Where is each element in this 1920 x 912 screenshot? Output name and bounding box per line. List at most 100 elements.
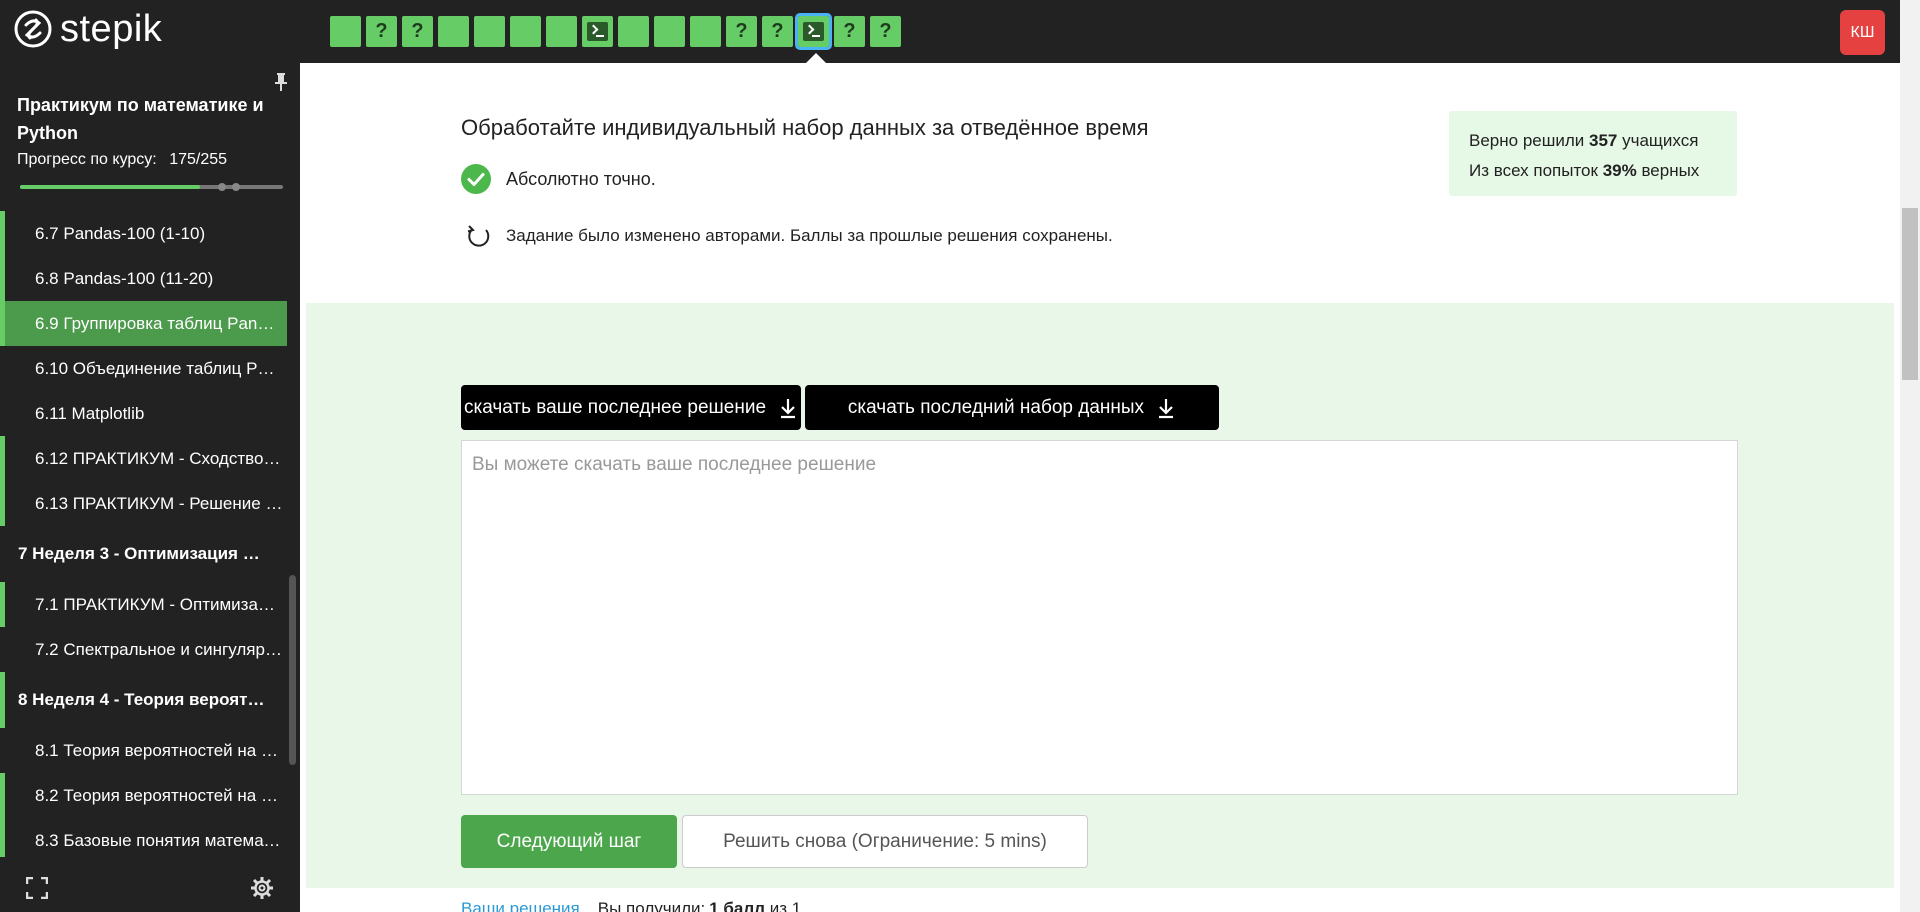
step-code-current[interactable] xyxy=(795,13,832,50)
stats-text: верных xyxy=(1636,161,1700,180)
question-mark-icon: ? xyxy=(879,20,892,42)
question-mark-icon: ? xyxy=(735,20,748,42)
step-question[interactable]: ? xyxy=(402,16,433,47)
sidebar-item-label: 6.9 Группировка таблиц Pandas xyxy=(35,313,283,333)
sidebar-lesson[interactable]: 7.1 ПРАКТИКУМ - Оптимизация функций xyxy=(0,582,287,627)
stepik-logo[interactable]: stepik xyxy=(14,10,162,48)
stats-text: Верно решили xyxy=(1469,131,1589,150)
submission-footer: Ваши решения Вы получили: 1 балл из 1 xyxy=(461,899,801,912)
success-rate: 39% xyxy=(1602,161,1637,180)
step-completed[interactable] xyxy=(510,16,541,47)
step-question[interactable]: ? xyxy=(366,16,397,47)
sidebar-item-label: 8.3 Базовые понятия математической стати… xyxy=(35,830,283,850)
step-question[interactable]: ? xyxy=(870,16,901,47)
solved-count: 357 xyxy=(1589,131,1618,150)
step-content: Обработайте индивидуальный набор данных … xyxy=(300,63,1900,912)
download-icon xyxy=(781,398,796,418)
page-scrollbar-thumb[interactable] xyxy=(1902,208,1918,380)
fullscreen-icon[interactable] xyxy=(26,877,48,899)
stats-text: учащихся xyxy=(1617,131,1699,150)
check-circle-icon xyxy=(461,164,491,194)
top-bar: stepik ?????? КШ xyxy=(0,0,1900,64)
retry-button[interactable]: Решить снова (Ограничение: 5 mins) xyxy=(682,815,1088,868)
sidebar-item-label: 8 Неделя 4 - Теория вероятностей и стати… xyxy=(18,690,270,709)
step-question[interactable]: ? xyxy=(726,16,757,47)
sidebar-section[interactable]: 7 Неделя 3 - Оптимизация и линейная алге… xyxy=(0,526,287,582)
download-dataset-button[interactable]: скачать последний набор данных xyxy=(805,385,1219,430)
sidebar-lesson[interactable]: 6.13 ПРАКТИКУМ - Решение уравнений xyxy=(0,481,287,526)
step-completed[interactable] xyxy=(330,16,361,47)
sidebar-item-label: 8.1 Теория вероятностей на Python xyxy=(35,740,283,760)
sidebar-item-label: 8.2 Теория вероятностей на Python xyxy=(35,785,283,805)
stepik-logo-icon xyxy=(14,10,52,48)
sidebar-item-label: 7.2 Спектральное и сингулярное разложени… xyxy=(35,639,283,659)
refresh-icon xyxy=(467,225,490,247)
sidebar-item-label: 6.7 Pandas-100 (1-10) xyxy=(35,223,206,243)
page-scrollbar[interactable] xyxy=(1900,0,1920,912)
step-code[interactable] xyxy=(582,16,613,47)
lesson-progress-marker xyxy=(0,481,5,526)
gear-icon[interactable] xyxy=(251,877,273,899)
terminal-icon xyxy=(587,22,608,41)
course-sidebar: Практикум по математике и Python Прогрес… xyxy=(0,63,300,912)
step-completed[interactable] xyxy=(690,16,721,47)
sidebar-lesson[interactable]: 6.11 Matplotlib xyxy=(0,391,287,436)
progress-label: Прогресс по курсу: xyxy=(17,151,157,168)
sidebar-scrollbar[interactable] xyxy=(289,575,296,765)
download-solution-button[interactable]: скачать ваше последнее решение xyxy=(461,385,801,430)
sidebar-item-label: 6.13 ПРАКТИКУМ - Решение уравнений xyxy=(35,493,283,513)
progress-bar xyxy=(20,183,283,191)
answer-textarea[interactable]: Вы можете скачать ваше последнее решение xyxy=(461,440,1738,795)
step-question[interactable]: ? xyxy=(834,16,865,47)
question-mark-icon: ? xyxy=(411,20,424,42)
solved-count-line: Верно решили 357 учащихся xyxy=(1469,126,1717,156)
lesson-progress-marker xyxy=(0,436,5,481)
step-navigation: ?????? xyxy=(330,13,906,50)
step-completed[interactable] xyxy=(474,16,505,47)
sidebar-item-label: 6.8 Pandas-100 (11-20) xyxy=(35,268,214,288)
lesson-list: 6.7 Pandas-100 (1-10) 6.8 Pandas-100 (11-… xyxy=(0,211,287,863)
sidebar-lesson[interactable]: 6.12 ПРАКТИКУМ - Сходство текстов xyxy=(0,436,287,481)
sidebar-lesson[interactable]: 6.9 Группировка таблиц Pandas xyxy=(0,301,287,346)
changed-notice: Задание было изменено авторами. Баллы за… xyxy=(466,223,1113,249)
solutions-link[interactable]: Ваши решения xyxy=(461,899,580,912)
step-completed[interactable] xyxy=(654,16,685,47)
download-solution-label: скачать ваше последнее решение xyxy=(463,396,767,418)
step-completed[interactable] xyxy=(546,16,577,47)
progress-dot xyxy=(218,183,226,191)
terminal-icon xyxy=(803,22,824,41)
pin-icon[interactable] xyxy=(274,73,288,91)
step-completed[interactable] xyxy=(618,16,649,47)
sidebar-item-label: 6.10 Объединение таблиц Pandas xyxy=(35,358,283,378)
sidebar-lesson[interactable]: 6.10 Объединение таблиц Pandas xyxy=(0,346,287,391)
step-question[interactable]: ? xyxy=(762,16,793,47)
user-avatar[interactable]: КШ xyxy=(1840,10,1885,55)
result-message: Абсолютно точно. xyxy=(461,164,656,194)
sidebar-item-label: 6.12 ПРАКТИКУМ - Сходство текстов xyxy=(35,448,283,468)
answer-placeholder: Вы можете скачать ваше последнее решение xyxy=(472,454,877,475)
lesson-progress-marker xyxy=(0,773,5,818)
notice-text: Задание было изменено авторами. Баллы за… xyxy=(506,226,1113,245)
stats-text: Из всех попыток xyxy=(1469,161,1603,180)
lesson-progress-marker xyxy=(0,301,5,346)
download-dataset-label: скачать последний набор данных xyxy=(847,396,1145,418)
progress-bar-fill xyxy=(20,185,201,189)
progress-dot xyxy=(232,183,240,191)
sidebar-lesson[interactable]: 7.2 Спектральное и сингулярное разложени… xyxy=(0,627,287,672)
step-title: Обработайте индивидуальный набор данных … xyxy=(461,115,1149,140)
sidebar-item-label: 7.1 ПРАКТИКУМ - Оптимизация функций xyxy=(35,594,283,614)
logo-text: stepik xyxy=(60,8,163,50)
question-mark-icon: ? xyxy=(843,20,856,42)
course-title[interactable]: Практикум по математике и Python xyxy=(17,91,277,147)
course-progress: Прогресс по курсу: 175/255 xyxy=(17,151,227,169)
sidebar-lesson[interactable]: 8.2 Теория вероятностей на Python xyxy=(0,773,287,818)
step-completed[interactable] xyxy=(438,16,469,47)
sidebar-lesson[interactable]: 6.8 Pandas-100 (11-20) xyxy=(0,256,287,301)
step-stats: Верно решили 357 учащихся Из всех попыто… xyxy=(1449,111,1737,196)
sidebar-item-label: 6.11 Matplotlib xyxy=(35,403,145,423)
sidebar-section[interactable]: 8 Неделя 4 - Теория вероятностей и стати… xyxy=(0,672,287,728)
sidebar-lesson[interactable]: 8.1 Теория вероятностей на Python xyxy=(0,728,287,773)
result-text: Абсолютно точно. xyxy=(506,168,656,189)
next-step-button[interactable]: Следующий шаг xyxy=(461,815,677,868)
sidebar-lesson[interactable]: 6.7 Pandas-100 (1-10) xyxy=(0,211,287,256)
